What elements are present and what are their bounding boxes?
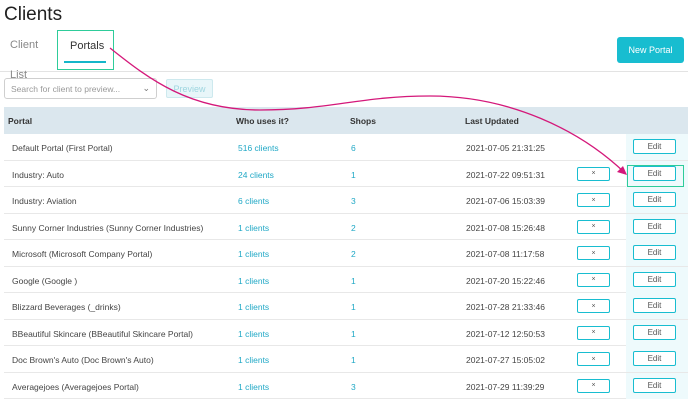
annotation-arrow-path (109, 47, 626, 174)
annotation-arrow (109, 47, 627, 175)
